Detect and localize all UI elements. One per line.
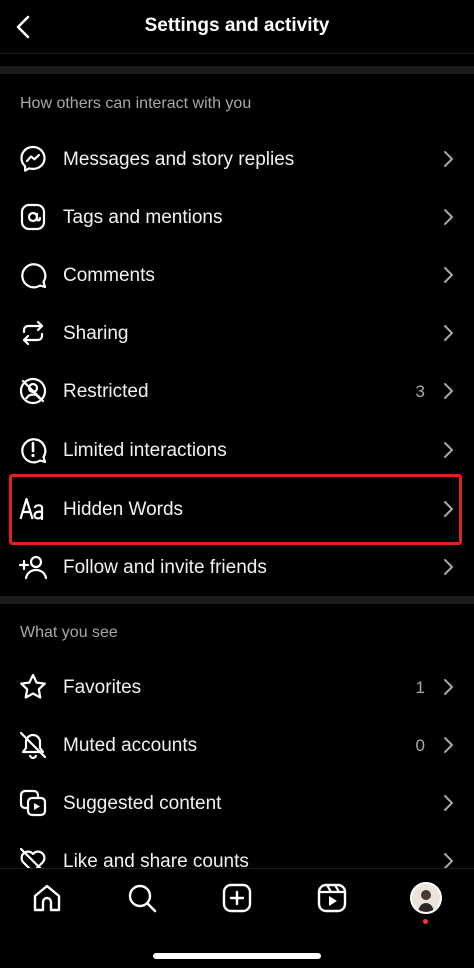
- alert-circle-icon: [21, 438, 47, 464]
- home-indicator: [153, 953, 321, 959]
- chevron-right-icon: [444, 559, 453, 575]
- star-icon: [20, 673, 46, 699]
- settings-row-label: Comments: [63, 265, 155, 286]
- settings-row-label: Muted accounts: [63, 735, 198, 756]
- settings-row-sharing[interactable]: Sharing: [0, 304, 474, 362]
- chevron-right-icon: [444, 383, 453, 399]
- chevron-right-icon: [444, 442, 453, 458]
- chevron-right-icon: [444, 325, 453, 341]
- at-sign-icon: [20, 203, 46, 231]
- settings-row-label: Suggested content: [63, 793, 222, 814]
- section-title-interactions: How others can interact with you: [20, 95, 252, 112]
- tab-reels[interactable]: [315, 881, 349, 915]
- settings-row-label: Favorites: [63, 677, 142, 698]
- settings-row-label: Messages and story replies: [63, 149, 295, 170]
- tab-profile-avatar[interactable]: [410, 882, 442, 914]
- settings-row-label: Restricted: [63, 381, 149, 402]
- avatar: [412, 884, 440, 912]
- settings-row-comments[interactable]: Comments: [0, 246, 474, 304]
- settings-row-tags[interactable]: Tags and mentions: [0, 188, 474, 246]
- settings-row-count: 3: [415, 382, 425, 401]
- section-title-what-you-see: What you see: [20, 624, 118, 641]
- section-divider: [0, 66, 474, 74]
- comment-icon: [21, 263, 47, 289]
- settings-row-count: 1: [415, 678, 425, 697]
- settings-row-follow-invite[interactable]: Follow and invite friends: [0, 538, 474, 596]
- settings-row-muted[interactable]: Muted accounts 0: [0, 716, 474, 774]
- tab-home[interactable]: [30, 881, 64, 915]
- reels-icon: [317, 883, 347, 913]
- restricted-icon: [19, 377, 47, 405]
- chevron-right-icon: [444, 679, 453, 695]
- tab-create[interactable]: [220, 881, 254, 915]
- settings-row-limited[interactable]: Limited interactions: [0, 421, 474, 479]
- tab-search[interactable]: [125, 881, 159, 915]
- settings-row-label: Sharing: [63, 323, 129, 344]
- settings-row-label: Limited interactions: [63, 440, 227, 461]
- notification-dot: [423, 919, 428, 924]
- chevron-right-icon: [444, 151, 453, 167]
- suggested-content-icon: [19, 789, 47, 817]
- chevron-right-icon: [444, 267, 453, 283]
- settings-row-suggested[interactable]: Suggested content: [0, 774, 474, 832]
- home-icon: [33, 884, 61, 912]
- settings-row-favorites[interactable]: Favorites 1: [0, 658, 474, 716]
- add-person-icon: [18, 555, 48, 580]
- create-icon: [222, 883, 252, 913]
- share-arrows-icon: [22, 320, 44, 346]
- bottom-tab-bar: [0, 868, 474, 968]
- highlight-box: [9, 474, 462, 545]
- section-divider: [0, 596, 474, 604]
- header: Settings and activity: [0, 0, 474, 54]
- chevron-right-icon: [444, 737, 453, 753]
- chevron-right-icon: [444, 795, 453, 811]
- messenger-icon: [20, 145, 46, 172]
- search-icon: [128, 884, 157, 913]
- settings-row-label: Follow and invite friends: [63, 557, 267, 578]
- settings-row-restricted[interactable]: Restricted 3: [0, 362, 474, 420]
- settings-row-messages[interactable]: Messages and story replies: [0, 130, 474, 188]
- chevron-right-icon: [444, 209, 453, 225]
- bell-off-icon: [19, 731, 47, 760]
- settings-row-label: Tags and mentions: [63, 207, 223, 228]
- settings-row-count: 0: [415, 736, 425, 755]
- page-title: Settings and activity: [144, 15, 330, 36]
